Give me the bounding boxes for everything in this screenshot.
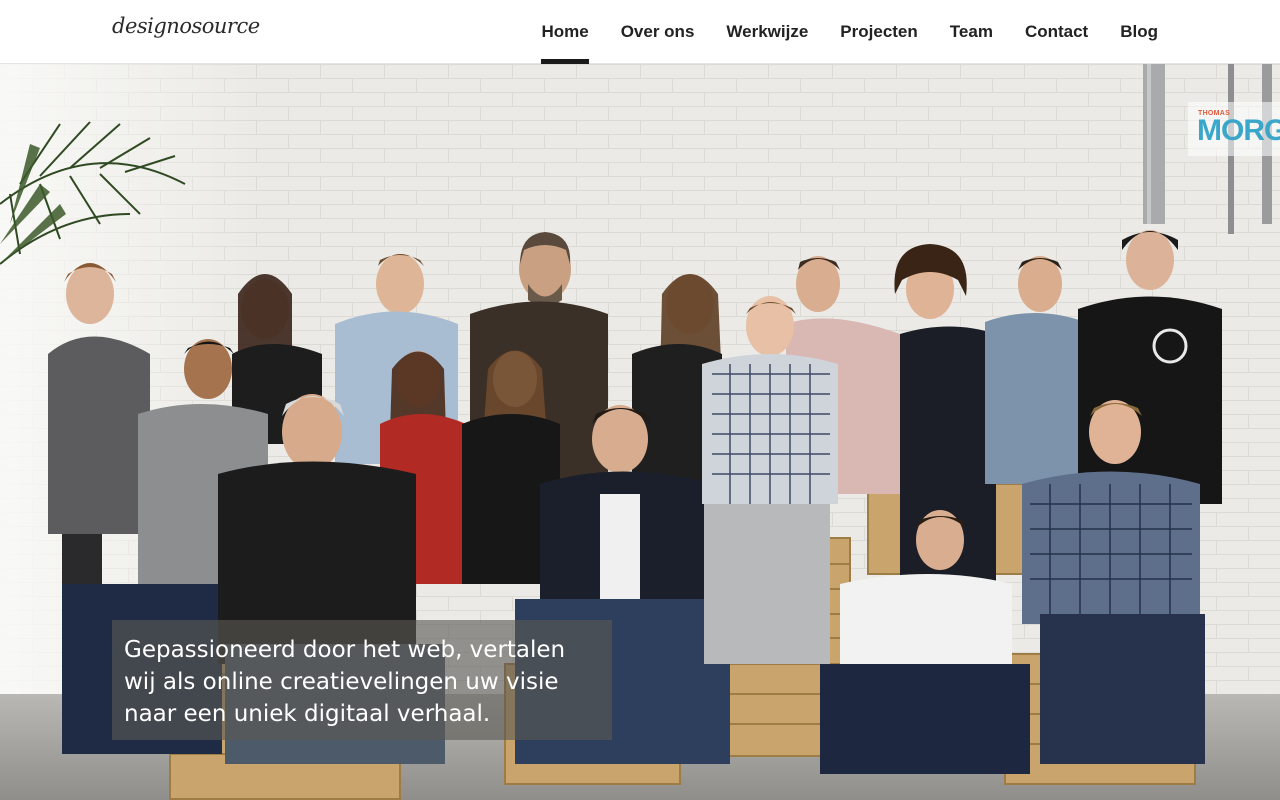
main-nav: Home Over ons Werkwijze Projecten Team C… bbox=[509, 0, 1158, 64]
site-header: designosource Home Over ons Werkwijze Pr… bbox=[0, 0, 1280, 64]
nav-team[interactable]: Team bbox=[950, 0, 993, 64]
hero-caption: Gepassioneerd door het web, vertalen wij… bbox=[124, 637, 566, 727]
hero-caption-box: Gepassioneerd door het web, vertalen wij… bbox=[112, 620, 612, 740]
nav-blog[interactable]: Blog bbox=[1120, 0, 1158, 64]
nav-over-ons[interactable]: Over ons bbox=[621, 0, 695, 64]
hero-section: THOMAS MORG Gepassioneerd door het web, … bbox=[0, 64, 1280, 800]
nav-contact[interactable]: Contact bbox=[1025, 0, 1088, 64]
partner-badge-big-text: MORG bbox=[1197, 114, 1280, 147]
nav-home[interactable]: Home bbox=[541, 0, 589, 64]
partner-badge[interactable]: THOMAS MORG bbox=[1188, 102, 1280, 156]
nav-werkwijze[interactable]: Werkwijze bbox=[726, 0, 808, 64]
nav-projecten[interactable]: Projecten bbox=[840, 0, 917, 64]
site-logo[interactable]: designosource bbox=[112, 14, 260, 38]
